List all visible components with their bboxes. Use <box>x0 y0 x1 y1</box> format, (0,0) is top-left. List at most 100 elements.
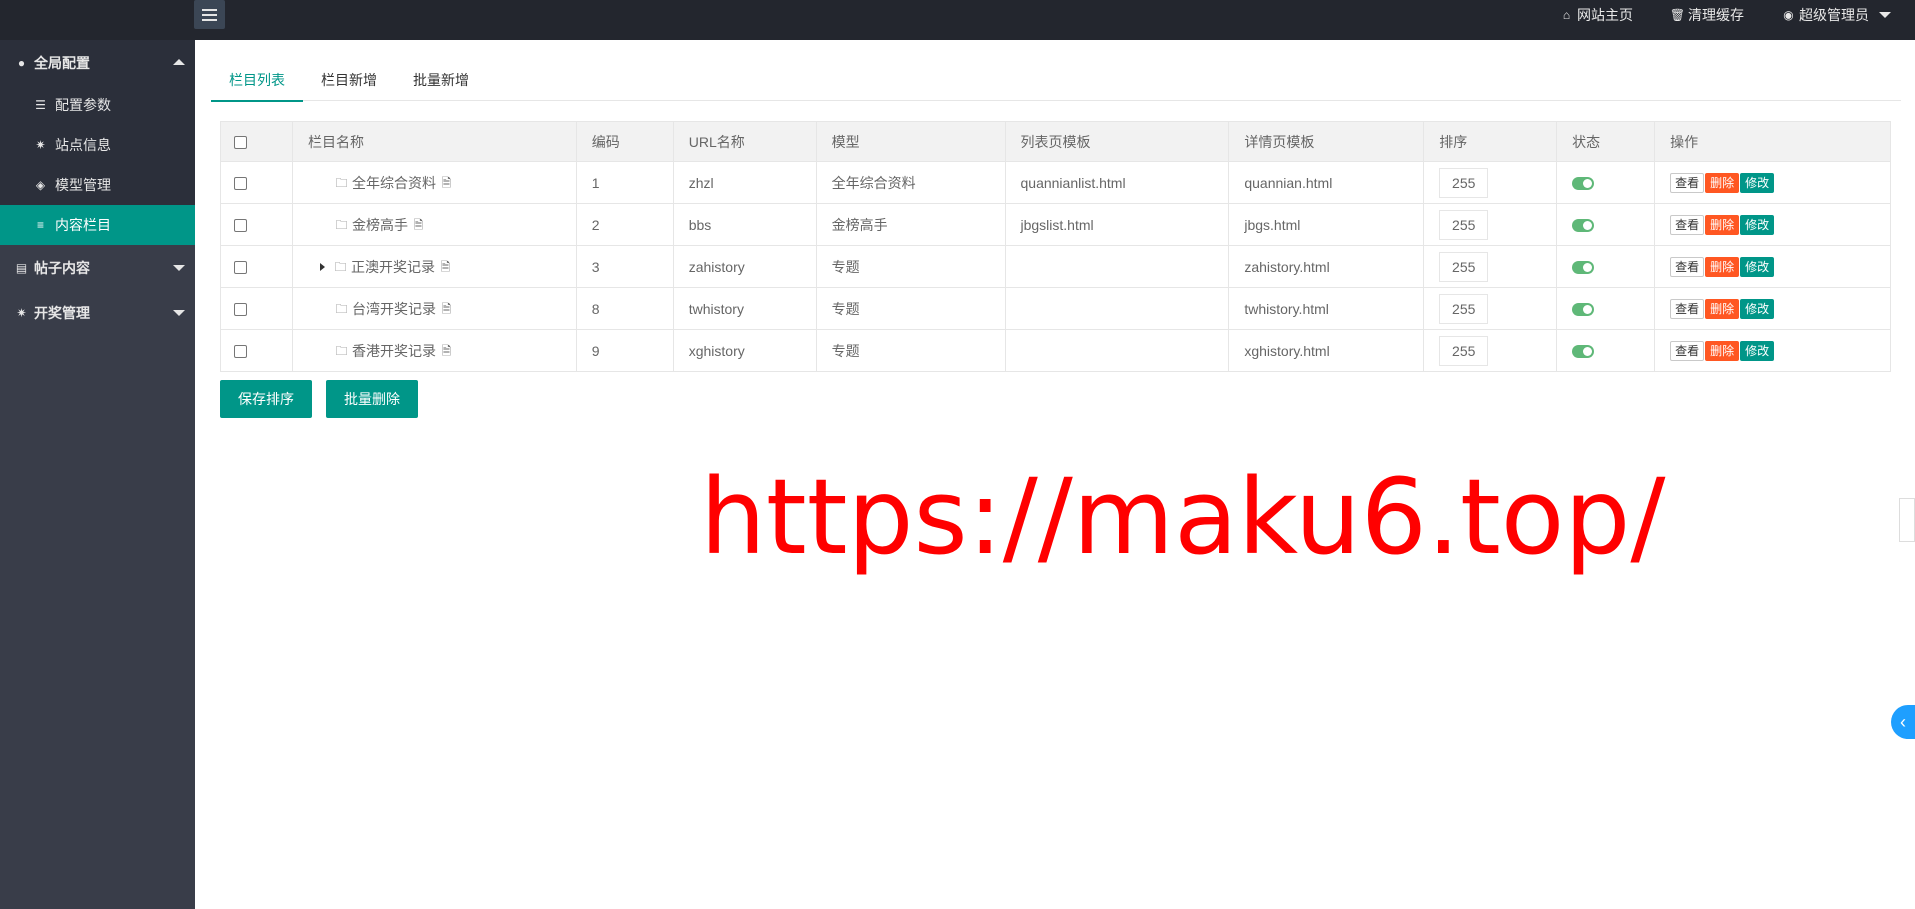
tab-bar: 栏目列表 栏目新增 批量新增 <box>211 68 1901 102</box>
view-button[interactable]: 查看 <box>1670 256 1705 277</box>
site-home-label: 网站主页 <box>1577 6 1633 23</box>
expand-caret-icon[interactable] <box>319 262 325 271</box>
edit-button[interactable]: 修改 <box>1740 298 1775 319</box>
sidebar-item-content-columns[interactable]: ≡ 内容栏目 <box>0 205 195 245</box>
sidebar-item-model-manage[interactable]: ◈ 模型管理 <box>0 165 195 205</box>
view-button[interactable]: 查看 <box>1670 298 1705 319</box>
sort-input[interactable] <box>1439 251 1489 282</box>
delete-button[interactable]: 删除 <box>1705 256 1740 277</box>
side-panel-tab[interactable] <box>1899 498 1915 542</box>
column-name: 金榜高手 <box>351 216 408 233</box>
status-cell <box>1556 203 1656 246</box>
save-sort-button[interactable]: 保存排序 <box>220 380 312 418</box>
sidebar-group-lottery-manage[interactable]: ✷ 开奖管理 <box>0 290 195 335</box>
view-button[interactable]: 查看 <box>1670 340 1705 361</box>
detail-template-cell: xghistory.html <box>1228 329 1425 372</box>
model-cell: 全年综合资料 <box>815 161 1006 204</box>
column-header: 栏目名称 <box>291 121 577 162</box>
column-name: 台湾开奖记录 <box>351 300 436 317</box>
batch-delete-button[interactable]: 批量删除 <box>326 380 418 418</box>
top-links: ⌂ 网站主页 🗑 清理缓存 ◉ 超级管理员 <box>1560 0 1891 29</box>
delete-button[interactable]: 删除 <box>1705 214 1740 235</box>
sort-input[interactable] <box>1439 167 1489 198</box>
document-icon: 🗎 <box>413 217 424 232</box>
status-switch[interactable] <box>1572 219 1595 233</box>
row-checkbox[interactable] <box>234 219 247 233</box>
row-checkbox[interactable] <box>234 261 247 275</box>
sort-input[interactable] <box>1439 335 1489 366</box>
user-name: 超级管理员 <box>1799 6 1869 23</box>
tab-column-list[interactable]: 栏目列表 <box>211 68 303 102</box>
list-template-cell <box>1004 245 1230 288</box>
table-row: 🗀 全年综合资料 🗎 1 zhzl 全年综合资料 quannianlist.html quan… <box>220 161 1891 204</box>
table-row: 🗀台湾开奖记录 🗎 8twhistory专题 twhistory.html 查看删除修改 <box>220 287 1891 330</box>
detail-template-cell: twhistory.html <box>1228 287 1425 330</box>
sidebar-group-label: 帖子内容 <box>34 259 90 276</box>
status-switch[interactable] <box>1572 177 1595 191</box>
folder-icon: 🗀 <box>334 259 347 274</box>
chevron-down-icon <box>173 310 185 316</box>
action-cell: 查看 删除 修改 <box>1654 161 1891 204</box>
status-switch[interactable] <box>1572 261 1595 275</box>
document-icon: 🗎 <box>441 301 452 316</box>
gear-icon: ✷ <box>35 138 46 152</box>
sidebar-item-site-info[interactable]: ✷ 站点信息 <box>0 125 195 165</box>
edit-button[interactable]: 修改 <box>1740 340 1775 361</box>
sort-cell <box>1423 245 1558 288</box>
status-switch[interactable] <box>1572 303 1595 317</box>
sidebar-item-config-params[interactable]: ☰ 配置参数 <box>0 85 195 125</box>
folder-icon: 🗀 <box>335 301 348 316</box>
edit-button[interactable]: 修改 <box>1740 256 1775 277</box>
list-template-cell: quannianlist.html <box>1004 161 1230 204</box>
delete-button[interactable]: 删除 <box>1705 298 1740 319</box>
edit-button[interactable]: 修改 <box>1740 214 1775 235</box>
sort-cell <box>1423 203 1558 246</box>
detail-template-cell: quannian.html <box>1228 161 1425 204</box>
code-cell: 1 <box>575 161 674 204</box>
table-header-row: 栏目名称 编码 URL名称 模型 列表页模板 详情页模板 排序 状态 操作 <box>220 121 1891 162</box>
sort-cell <box>1423 287 1558 330</box>
document-icon: 🗎 <box>441 343 452 358</box>
column-header: 列表页模板 <box>1004 121 1230 162</box>
sidebar-group-post-content[interactable]: ▤ 帖子内容 <box>0 245 195 290</box>
action-cell: 查看 删除 修改 <box>1654 329 1891 372</box>
menu-toggle-icon[interactable] <box>194 0 225 29</box>
sort-input[interactable] <box>1439 293 1489 324</box>
url-cell: xghistory <box>672 329 817 372</box>
row-select-cell <box>220 203 293 246</box>
sidebar-group-label: 开奖管理 <box>34 304 90 321</box>
view-button[interactable]: 查看 <box>1670 214 1705 235</box>
chevron-down-icon <box>173 265 185 271</box>
name-cell: 🗀 香港开奖记录 🗎 <box>291 329 577 372</box>
sidebar-item-label: 站点信息 <box>55 137 111 153</box>
status-switch[interactable] <box>1572 345 1595 359</box>
list-template-cell <box>1004 329 1230 372</box>
list-icon: ≡ <box>36 218 44 232</box>
row-checkbox[interactable] <box>234 303 247 317</box>
cube-icon: ◈ <box>35 178 46 192</box>
row-select-cell <box>220 161 293 204</box>
delete-button[interactable]: 删除 <box>1705 340 1740 361</box>
clear-cache-link[interactable]: 🗑 清理缓存 <box>1670 5 1744 25</box>
row-checkbox[interactable] <box>234 345 247 359</box>
tab-batch-add[interactable]: 批量新增 <box>395 68 487 101</box>
row-select-cell <box>220 287 293 330</box>
document-icon: 🗎 <box>441 175 452 190</box>
site-home-link[interactable]: ⌂ 网站主页 <box>1560 5 1633 25</box>
tab-column-add[interactable]: 栏目新增 <box>303 68 395 101</box>
url-cell: bbs <box>672 203 817 246</box>
view-button[interactable]: 查看 <box>1670 172 1705 193</box>
edit-button[interactable]: 修改 <box>1740 172 1775 193</box>
sort-cell <box>1423 329 1558 372</box>
sliders-icon: ☰ <box>35 98 46 112</box>
status-cell <box>1556 161 1656 204</box>
delete-button[interactable]: 删除 <box>1705 172 1740 193</box>
user-menu[interactable]: ◉ 超级管理员 <box>1782 5 1891 25</box>
code-cell: 2 <box>575 203 674 246</box>
action-cell: 查看 删除 修改 <box>1654 245 1891 288</box>
select-all-checkbox[interactable] <box>234 136 247 150</box>
sort-input[interactable] <box>1439 209 1489 240</box>
row-checkbox[interactable] <box>234 177 247 191</box>
sidebar-group-global-config[interactable]: ● 全局配置 <box>0 40 195 85</box>
table-row: 🗀正澳开奖记录 🗎 3zahistory专题 zahistory.html 查看删除修改 <box>220 245 1891 288</box>
